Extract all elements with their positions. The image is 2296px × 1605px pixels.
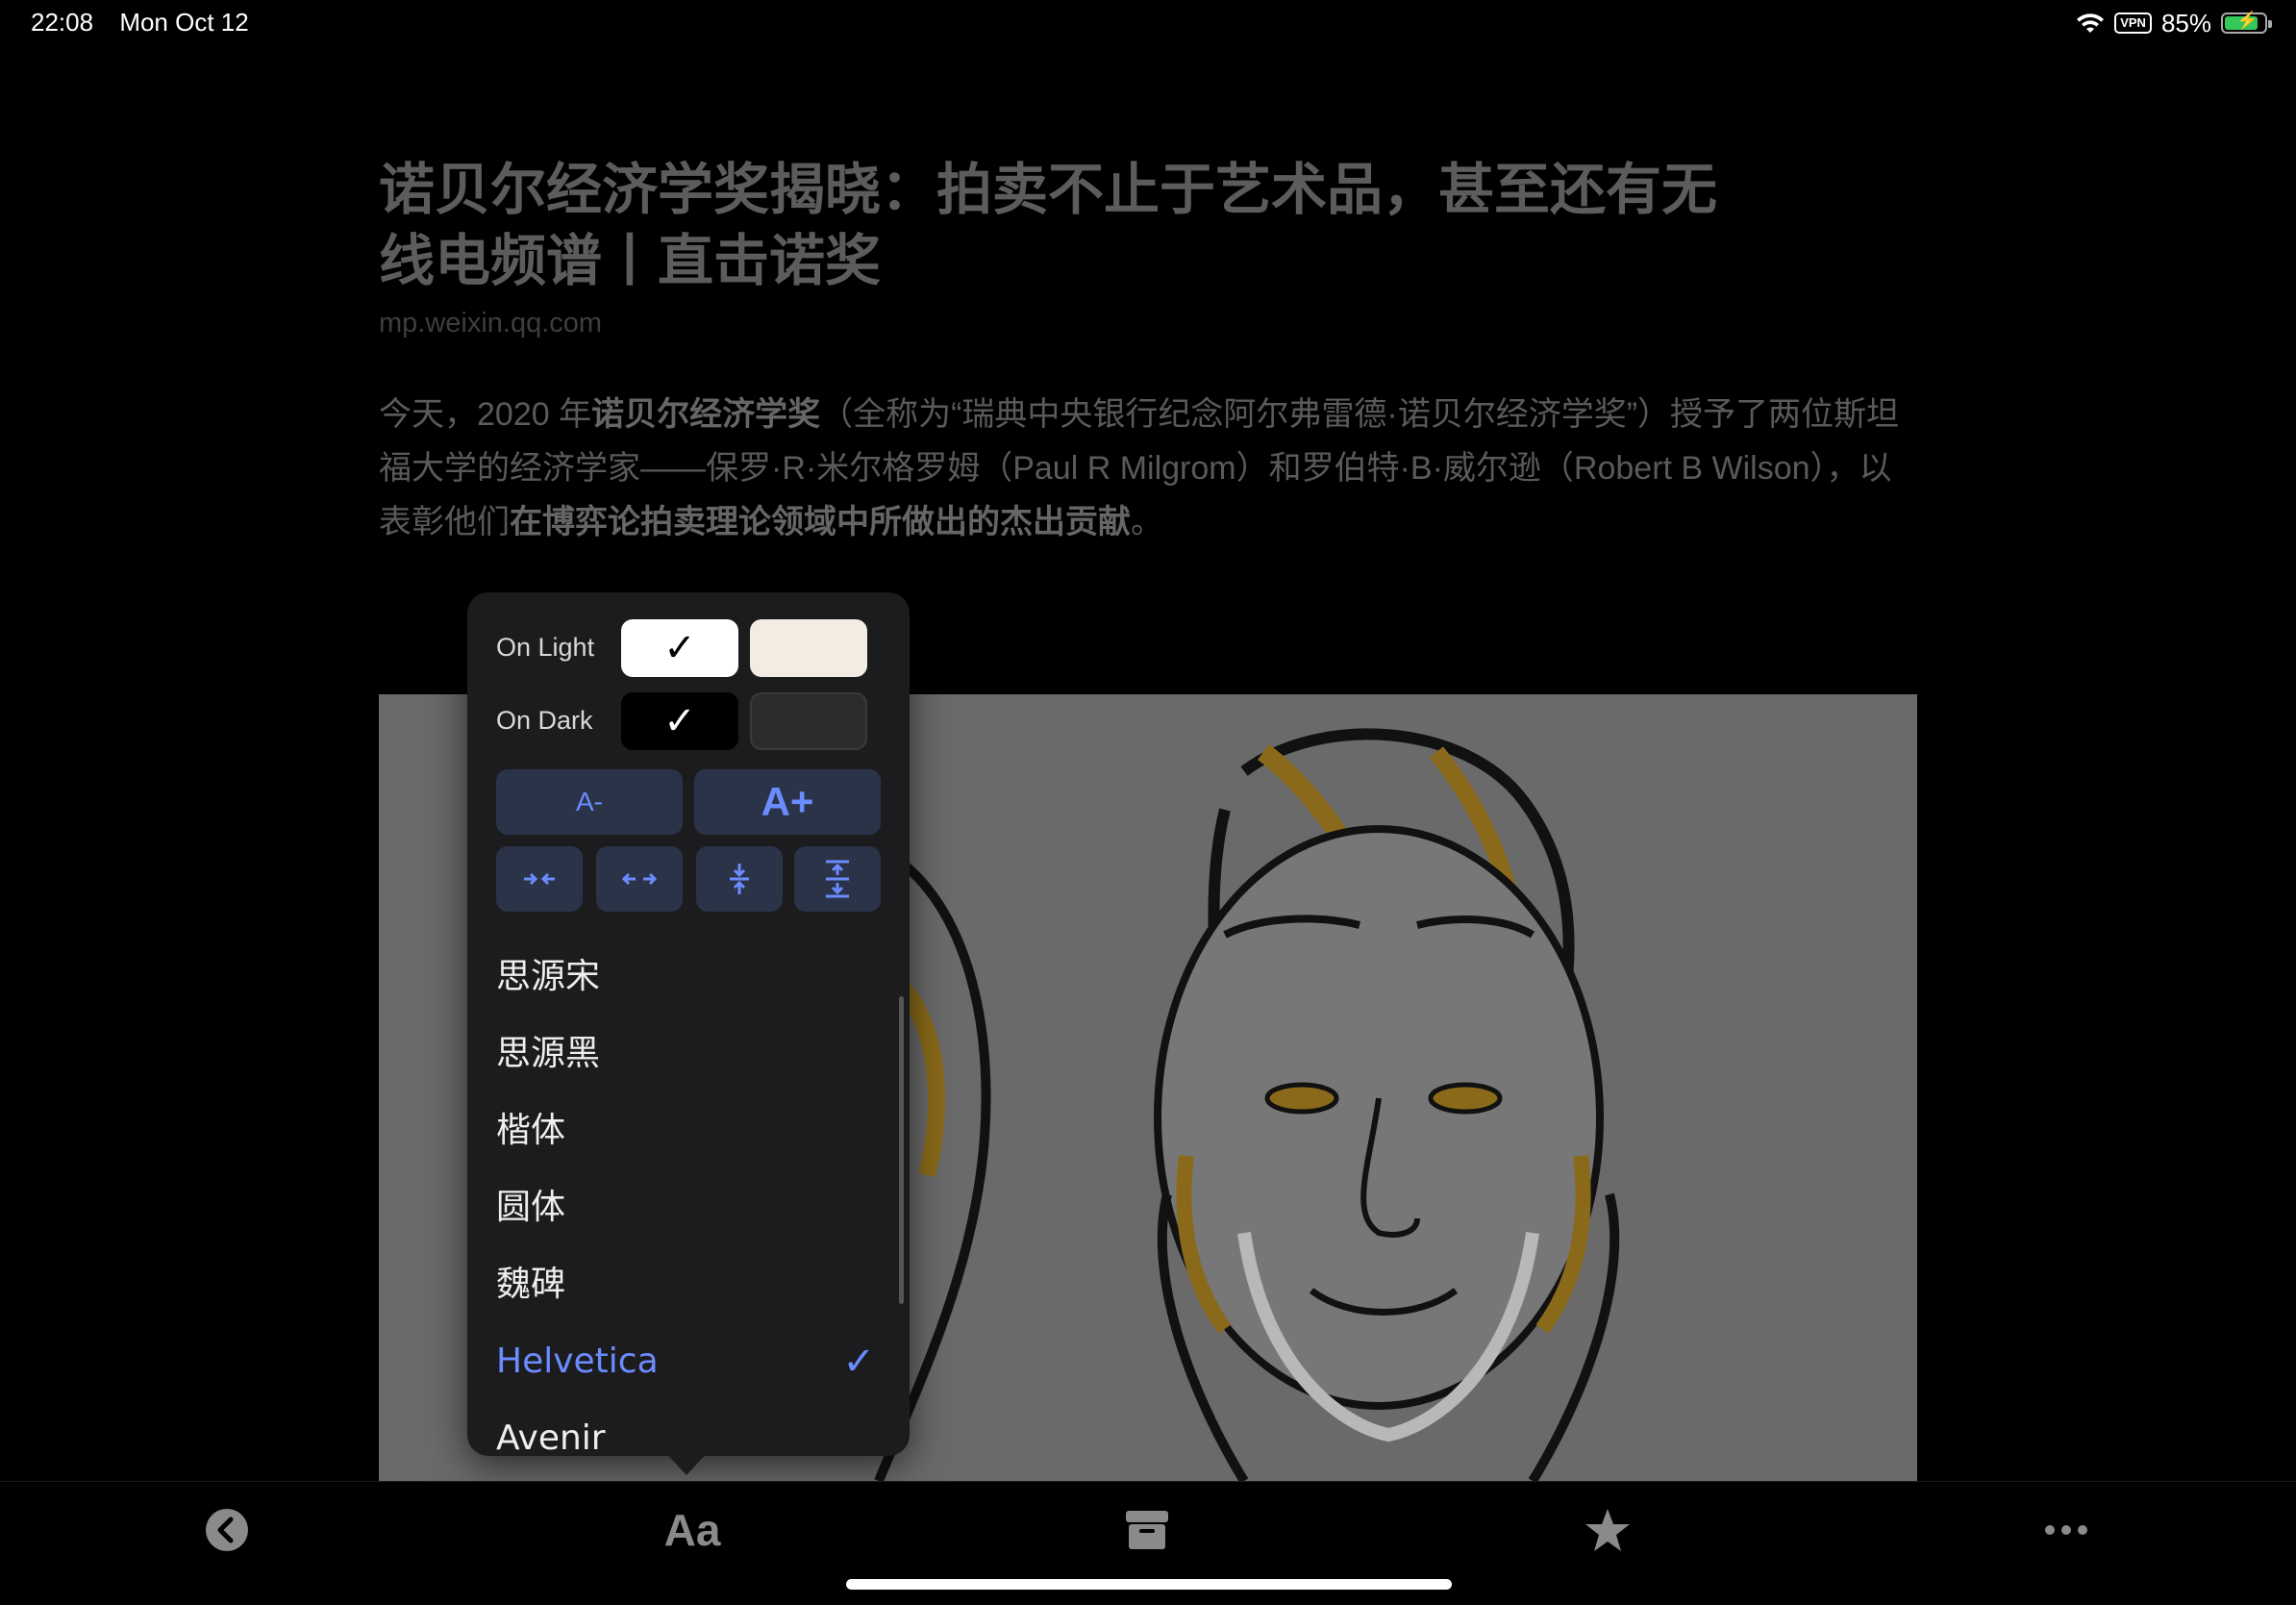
- on-light-label: On Light: [496, 633, 595, 662]
- article-paragraph: 今天，2020 年诺贝尔经济学奖（全称为“瑞典中央银行纪念阿尔弗雷德·诺贝尔经济…: [379, 388, 1917, 549]
- article-title: 诺贝尔经济学奖揭晓：拍卖不止于艺术品，甚至还有无线电频谱丨直击诺奖: [379, 157, 1718, 293]
- on-dark-row: On Dark ✓: [496, 692, 890, 750]
- back-button[interactable]: [198, 1501, 256, 1559]
- more-button[interactable]: [2042, 1501, 2090, 1559]
- increase-font-size-button[interactable]: A+: [694, 769, 881, 835]
- archive-button[interactable]: [1123, 1501, 1171, 1559]
- decrease-font-size-button[interactable]: A-: [496, 769, 683, 835]
- font-option[interactable]: 魏碑: [467, 1246, 910, 1323]
- archive-box-icon: [1126, 1511, 1168, 1549]
- vpn-badge: VPN: [2114, 13, 2152, 34]
- reader-settings-popover: On Light ✓ On Dark ✓ A- A+ 思源宋思源黑楷体圆体魏碑 H…: [467, 592, 910, 1456]
- article-source[interactable]: mp.weixin.qq.com: [379, 308, 1917, 339]
- charging-bolt-icon: ⚡: [2236, 11, 2259, 30]
- wifi-icon: [2077, 13, 2105, 33]
- font-option-label: 圆体: [496, 1188, 566, 1227]
- status-date: Mon Oct 12: [119, 8, 249, 37]
- line-spacing-loose-icon: [826, 860, 849, 898]
- battery-icon: ⚡: [2221, 11, 2272, 34]
- font-list: 思源宋思源黑楷体圆体魏碑 Helvetica ✓ Avenir: [467, 939, 910, 1456]
- format-button[interactable]: Aa: [644, 1501, 740, 1559]
- paragraph-text: 。: [1131, 504, 1163, 540]
- dark-theme-gray-swatch[interactable]: [750, 692, 867, 750]
- font-option[interactable]: 楷体: [467, 1092, 910, 1169]
- font-option[interactable]: 思源宋: [467, 939, 910, 1016]
- font-option-label: 思源宋: [496, 957, 601, 996]
- status-bar: 22:08 Mon Oct 12 VPN 85% ⚡: [0, 0, 2296, 46]
- line-spacing-tight-icon: [730, 864, 749, 894]
- status-right: VPN 85% ⚡: [2076, 8, 2272, 38]
- paragraph-text: 今天，2020 年: [379, 396, 592, 433]
- font-option-label: 魏碑: [496, 1265, 566, 1304]
- battery-nub: [2268, 20, 2272, 28]
- emphasis-text: 诺贝尔经济学奖: [591, 396, 821, 433]
- check-icon: ✓: [663, 699, 696, 743]
- star-icon: [1585, 1509, 1630, 1551]
- increase-margin-button[interactable]: [596, 846, 683, 912]
- status-left: 22:08 Mon Oct 12: [31, 8, 249, 38]
- home-indicator[interactable]: [846, 1579, 1452, 1590]
- check-icon: ✓: [663, 626, 696, 670]
- font-option-label: Helvetica: [496, 1342, 659, 1381]
- on-dark-label: On Dark: [496, 706, 593, 735]
- font-option[interactable]: Helvetica ✓: [467, 1323, 910, 1400]
- favorite-button[interactable]: [1583, 1501, 1633, 1559]
- font-option[interactable]: 思源黑: [467, 1016, 910, 1092]
- font-option[interactable]: 圆体: [467, 1169, 910, 1246]
- popover-pointer: [661, 1448, 711, 1475]
- decrease-margin-button[interactable]: [496, 846, 583, 912]
- increase-line-spacing-button[interactable]: [794, 846, 881, 912]
- selected-check-icon: ✓: [842, 1340, 875, 1384]
- dark-theme-black-swatch[interactable]: ✓: [621, 692, 738, 750]
- font-option-label: 楷体: [496, 1111, 566, 1150]
- font-option-label: 思源黑: [496, 1034, 601, 1073]
- light-theme-white-swatch[interactable]: ✓: [621, 619, 738, 677]
- more-dots-icon: [2045, 1525, 2087, 1535]
- article: 诺贝尔经济学奖揭晓：拍卖不止于艺术品，甚至还有无线电频谱丨直击诺奖 mp.wei…: [379, 154, 1917, 549]
- font-list-scrollbar[interactable]: [899, 996, 904, 1304]
- battery-percent: 85%: [2160, 8, 2211, 38]
- light-theme-sepia-swatch[interactable]: [750, 619, 867, 677]
- margin-narrow-icon: [524, 872, 555, 886]
- margin-wide-icon: [622, 872, 657, 886]
- back-chevron-icon: [206, 1509, 248, 1551]
- decrease-line-spacing-button[interactable]: [696, 846, 783, 912]
- on-light-row: On Light ✓: [496, 619, 890, 677]
- status-time: 22:08: [31, 8, 94, 37]
- emphasis-text: 在博弈论拍卖理论领域中所做出的杰出贡献: [510, 504, 1131, 540]
- font-option-label: Avenir: [496, 1418, 606, 1456]
